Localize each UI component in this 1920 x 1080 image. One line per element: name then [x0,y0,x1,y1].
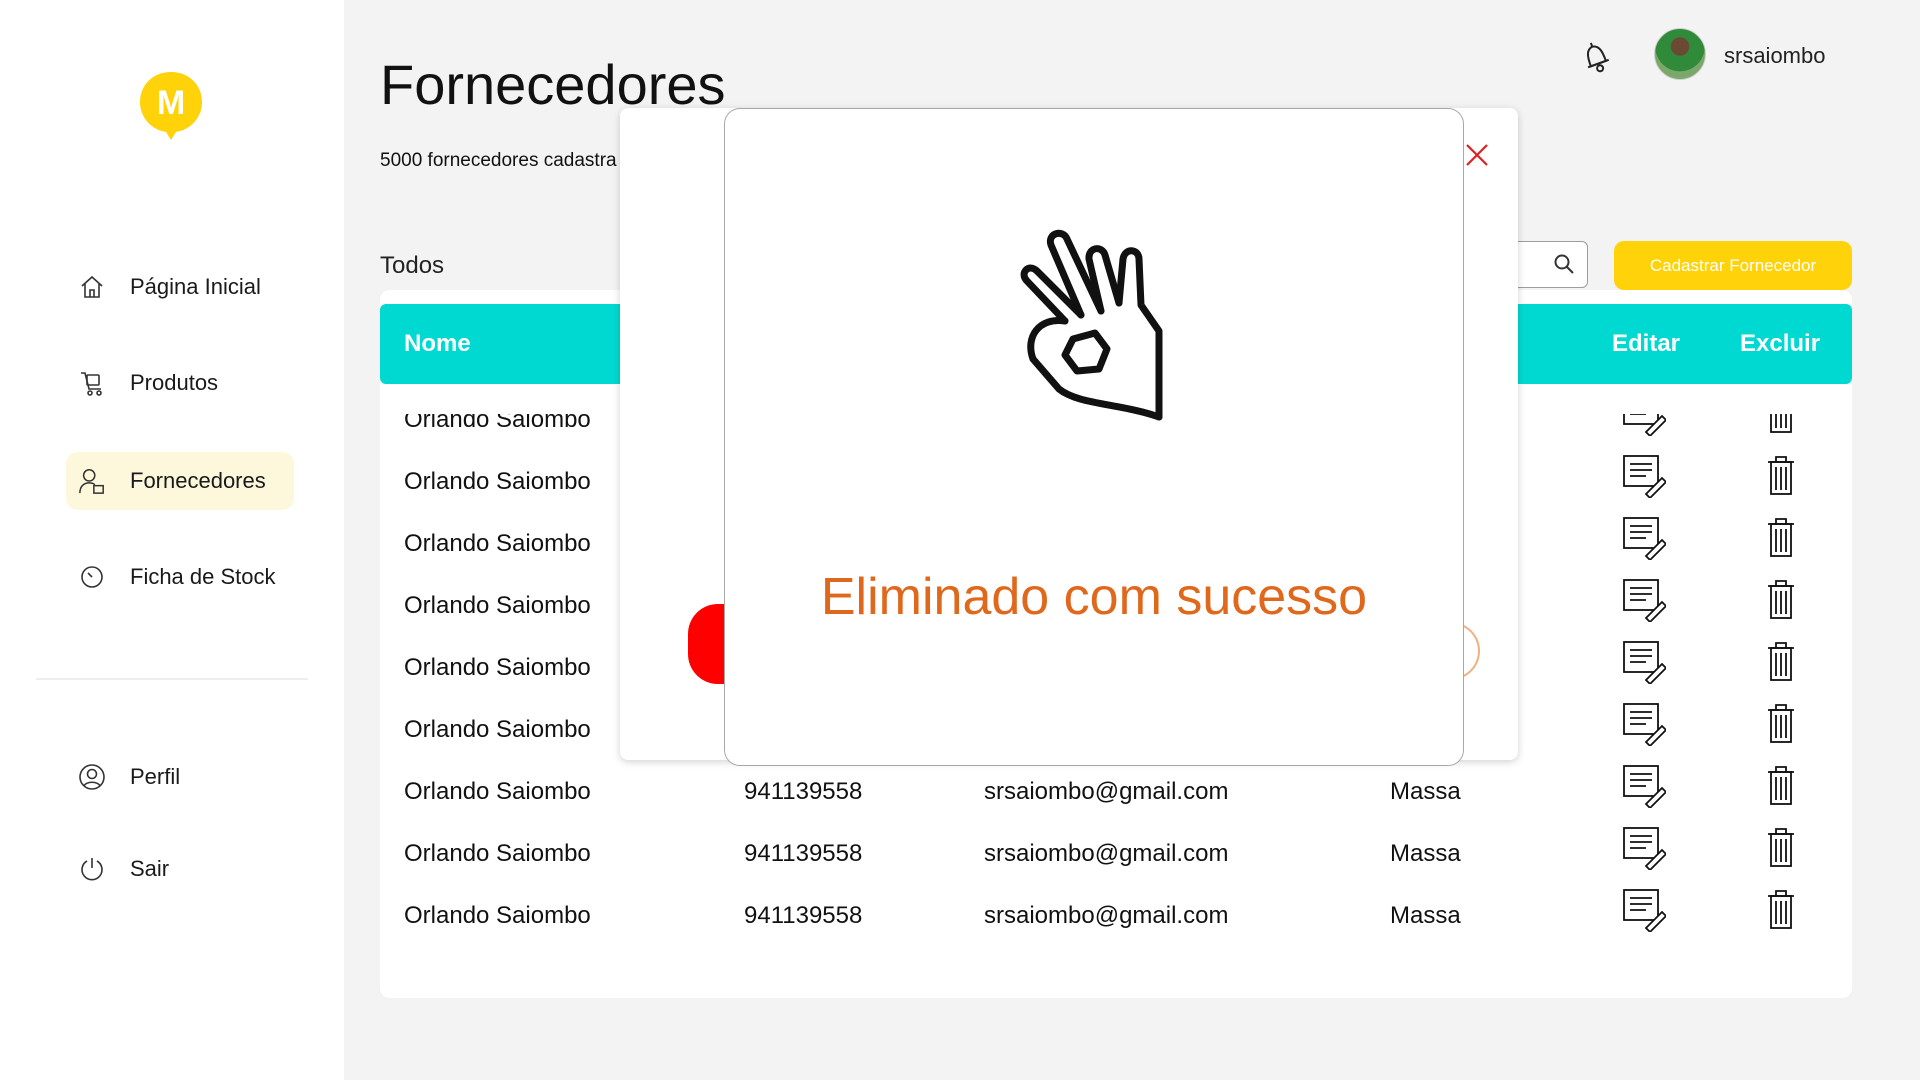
sidebar-item-produtos[interactable]: Produtos [66,354,294,412]
trash-icon[interactable] [1766,640,1796,682]
supplier-icon [78,467,106,495]
cell-email: srsaiombo@gmail.com [984,902,1229,929]
edit-icon[interactable] [1622,516,1668,562]
ok-hand-icon [1020,229,1163,421]
cell-type: Massa [1390,778,1461,805]
sidebar-item-label: Sair [130,856,170,881]
cell-name: Orlando Saiombo [404,468,591,495]
table-row[interactable]: Orlando Saiombo 941139558 srsaiombo@gmail.… [380,822,1852,884]
edit-icon[interactable] [1622,764,1668,810]
edit-icon[interactable] [1622,888,1668,934]
cell-name: Orlando Saiombo [404,592,591,619]
sidebar-item-label: Perfil [130,764,181,789]
table-row[interactable]: Orlando Saiombo 941139558 srsaiombo@gmail.… [380,760,1852,822]
cell-email: srsaiombo@gmail.com [984,840,1229,867]
edit-icon[interactable] [1622,454,1668,500]
trash-icon[interactable] [1766,764,1796,806]
edit-icon[interactable] [1622,702,1668,748]
edit-icon[interactable] [1622,826,1668,872]
page-subtitle: 5000 fornecedores cadastra [380,150,617,171]
edit-icon[interactable] [1622,578,1668,624]
trash-icon[interactable] [1766,454,1796,496]
table-row[interactable]: Orlando Saiombo 941139558 srsaiombo@gmail.… [380,884,1852,938]
trash-icon[interactable] [1766,702,1796,744]
column-header-delete: Excluir [1740,330,1821,357]
sidebar-item-label: Produtos [130,370,219,395]
sidebar-divider [36,678,308,680]
column-header-edit: Editar [1612,330,1681,357]
cell-type: Massa [1390,840,1461,867]
cell-phone: 941139558 [744,840,863,867]
trash-icon[interactable] [1766,516,1796,558]
success-dialog: Eliminado com sucesso [724,108,1464,766]
username[interactable]: srsaiombo [1724,43,1825,69]
sidebar-item-label: Página Inicial [130,274,261,299]
cell-name: Orlando Saiombo [404,840,591,867]
trash-icon[interactable] [1766,578,1796,620]
sidebar-item-sair[interactable]: Sair [66,840,294,898]
trash-icon[interactable] [1766,888,1796,930]
cell-name: Orlando Saiombo [404,654,591,681]
sidebar-item-label: Ficha de Stock [130,564,276,589]
trash-icon[interactable] [1766,414,1796,434]
home-icon [78,273,106,301]
profile-icon [78,763,106,791]
bell-icon[interactable] [1578,38,1614,76]
sidebar-item-perfil[interactable]: Perfil [66,748,294,806]
clock-icon [78,563,106,591]
cell-name: Orlando Saiombo [404,414,591,433]
close-icon[interactable] [1464,142,1490,168]
cell-phone: 941139558 [744,902,863,929]
edit-icon[interactable] [1622,414,1668,438]
add-supplier-button[interactable]: Cadastrar Fornecedor [1614,241,1852,290]
cell-name: Orlando Saiombo [404,716,591,743]
svg-text:M: M [157,84,185,122]
success-message: Eliminado com sucesso [820,568,1368,626]
logo-icon[interactable]: M [138,70,204,142]
cell-type: Massa [1390,902,1461,929]
power-icon [78,855,106,883]
avatar[interactable] [1654,28,1706,80]
sidebar-item-fornecedores[interactable]: Fornecedores [66,452,294,510]
edit-icon[interactable] [1622,640,1668,686]
cell-phone: 941139558 [744,778,863,805]
filter-label[interactable]: Todos [380,252,444,280]
cell-name: Orlando Saiombo [404,902,591,929]
search-icon[interactable] [1553,253,1575,275]
sidebar-item-pagina-inicial[interactable]: Página Inicial [66,258,294,316]
sidebar-item-ficha-de-stock[interactable]: Ficha de Stock [66,548,294,606]
cell-name: Orlando Saiombo [404,778,591,805]
sidebar: M Página Inicial Produtos Fornecedores F… [0,0,344,1080]
cell-name: Orlando Saiombo [404,530,591,557]
sidebar-item-label: Fornecedores [130,468,266,493]
cell-email: srsaiombo@gmail.com [984,778,1229,805]
cart-icon [78,369,106,397]
trash-icon[interactable] [1766,826,1796,868]
column-header-name[interactable]: Nome [404,330,471,358]
